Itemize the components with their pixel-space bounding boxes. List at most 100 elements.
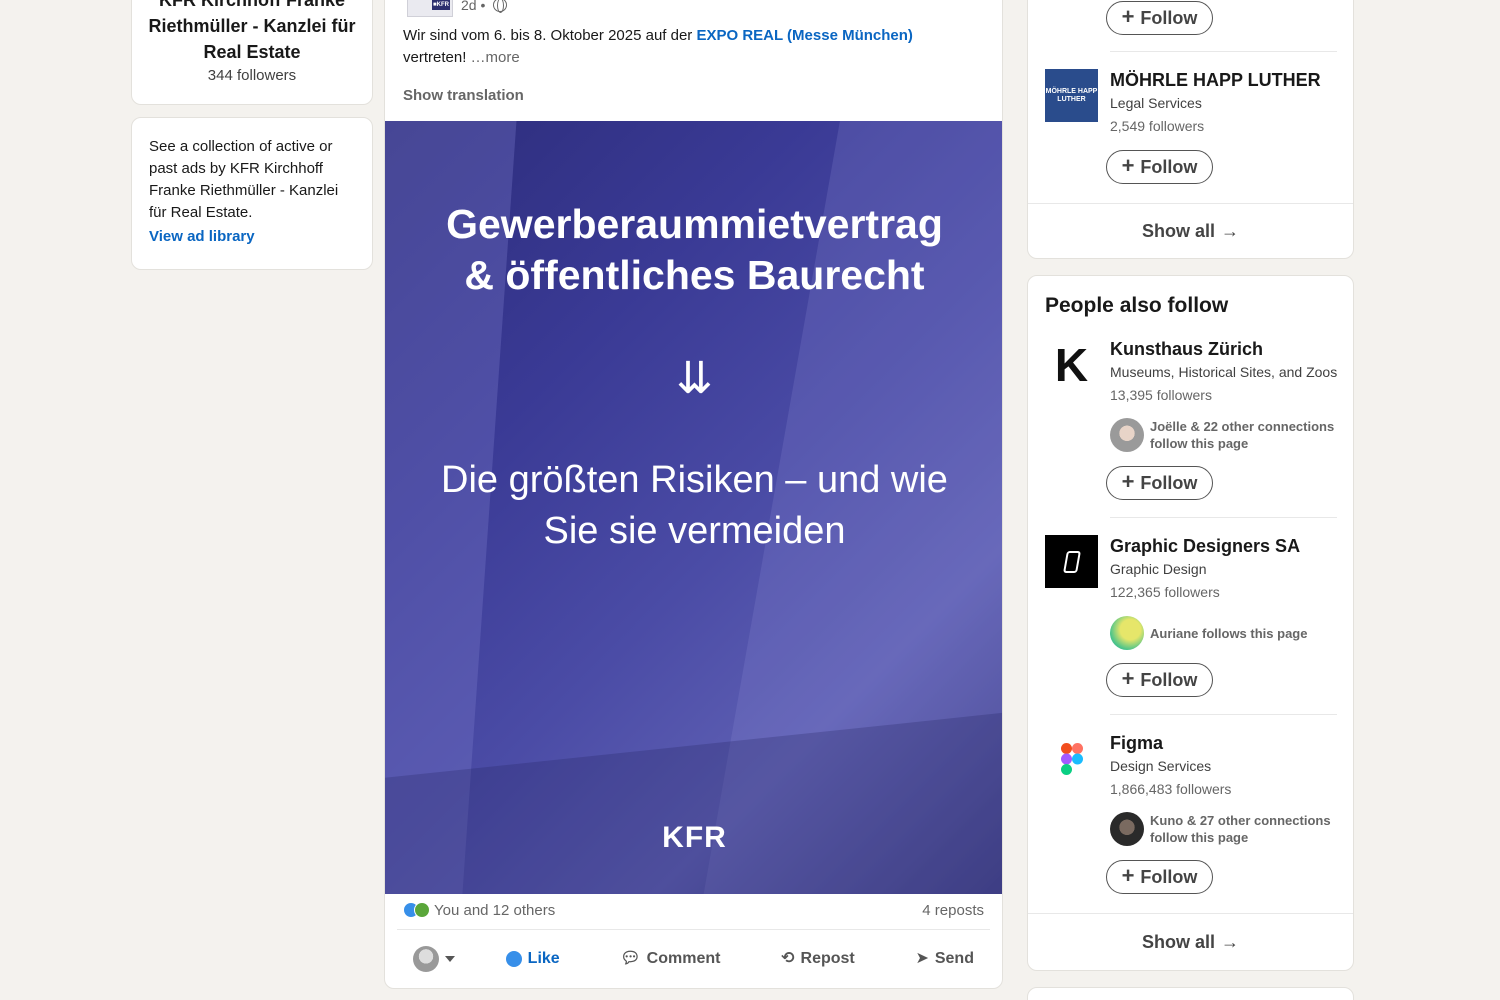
comment-button[interactable]: 💬︎ Comment xyxy=(610,944,730,974)
company-followers: 13,395 followers xyxy=(1110,387,1212,403)
image-title-line: Gewerberaummietvertrag xyxy=(446,201,943,247)
company-name[interactable]: Graphic Designers SA xyxy=(1110,536,1300,557)
avatar xyxy=(1110,812,1144,846)
image-title-line: & öffentliches Baurecht xyxy=(464,252,925,298)
graphic-designers-logo-icon xyxy=(1062,550,1081,573)
follow-button[interactable]: + Follow xyxy=(1106,466,1213,500)
follow-label: Follow xyxy=(1140,7,1198,28)
reposts-count[interactable]: 4 reposts xyxy=(922,902,984,919)
image-title: Gewerberaummietvertrag & öffentliches Ba… xyxy=(385,199,1002,301)
company-followers: 122,365 followers xyxy=(1110,584,1220,600)
comment-icon: 💬︎ xyxy=(620,950,641,967)
show-all-label: Show all xyxy=(1141,931,1215,952)
follow-label: Follow xyxy=(1140,669,1198,690)
ad-library-description: See a collection of active or past ads b… xyxy=(149,138,339,221)
divider xyxy=(1110,51,1337,52)
send-button[interactable]: ➤ Send xyxy=(905,944,984,974)
view-ad-library-link[interactable]: View ad library xyxy=(149,228,255,245)
plus-icon: + xyxy=(1121,666,1135,691)
repost-button[interactable]: ⟲ Repost xyxy=(771,944,865,974)
globe-icon xyxy=(493,0,508,13)
mohrle-happ-luther-logo-icon: MÖHRLE HAPP LUTHER xyxy=(1045,87,1098,103)
arrow-right-icon: → xyxy=(1221,220,1239,241)
show-all-button[interactable]: Show all → xyxy=(1028,914,1353,970)
show-all-button[interactable]: Show all → xyxy=(1028,203,1353,258)
feed-post: ■KFR 2d • Wir sind vom 6. bis 8. Oktober… xyxy=(384,0,1003,989)
follow-button[interactable]: + Follow xyxy=(1106,860,1213,894)
plus-icon: + xyxy=(1121,4,1135,29)
company-industry: Legal Services xyxy=(1110,95,1202,111)
like-label: Like xyxy=(527,950,560,967)
mutual-connections: Joëlle & 22 other connections follow thi… xyxy=(1110,418,1340,452)
like-button[interactable]: Like xyxy=(496,944,570,974)
company-logo[interactable] xyxy=(1045,535,1098,588)
follow-button[interactable]: + Follow xyxy=(1106,663,1213,697)
comment-label: Comment xyxy=(646,950,721,967)
kfr-logo-icon: ■KFR xyxy=(432,0,450,10)
arrow-right-icon: → xyxy=(1221,931,1239,952)
reactions-summary[interactable]: You and 12 others xyxy=(403,902,555,919)
send-label: Send xyxy=(934,950,974,967)
follow-label: Follow xyxy=(1140,156,1198,177)
company-name[interactable]: Kunsthaus Zürich xyxy=(1110,339,1263,360)
repost-label: Repost xyxy=(800,950,855,967)
avatar xyxy=(1110,418,1144,452)
organization-name[interactable]: KFR Kirchhoff Franke Riethmüller - Kanzl… xyxy=(142,0,362,65)
company-followers: 1,866,483 followers xyxy=(1110,781,1232,797)
company-name[interactable]: Figma xyxy=(1110,733,1163,754)
reaction-icons xyxy=(403,902,430,918)
connections-text: Kuno & 27 other connections follow this … xyxy=(1150,813,1331,845)
kunsthaus-logo-icon[interactable]: K xyxy=(1045,338,1098,391)
next-card xyxy=(1027,987,1354,1000)
company-followers: 2,549 followers xyxy=(1110,118,1205,134)
see-more-link[interactable]: …more xyxy=(471,49,520,66)
image-subtitle-line: Die größten Risiken – und wie xyxy=(441,459,948,501)
follow-button[interactable]: + Follow xyxy=(1106,1,1213,35)
reactions-count: You and 12 others xyxy=(434,901,556,919)
social-counts: You and 12 others 4 reposts xyxy=(403,899,984,921)
company-industry: Design Services xyxy=(1110,758,1212,774)
company-logo[interactable]: MÖHRLE HAPP LUTHER xyxy=(1045,69,1098,122)
image-subtitle-line: Sie sie vermeiden xyxy=(543,510,846,552)
post-timestamp: 2d • xyxy=(461,0,486,13)
divider xyxy=(397,929,990,930)
connections-text: Auriane follows this page xyxy=(1150,625,1308,641)
show-all-label: Show all xyxy=(1141,220,1215,241)
post-header: ■KFR 2d • xyxy=(407,0,508,19)
ad-library-card: See a collection of active or past ads b… xyxy=(131,117,373,270)
plus-icon: + xyxy=(1121,153,1135,178)
divider xyxy=(1110,714,1337,715)
caret-down-icon xyxy=(445,956,455,962)
company-industry: Museums, Historical Sites, and Zoos xyxy=(1110,364,1338,380)
company-industry: Graphic Design xyxy=(1110,561,1207,577)
send-icon: ➤ xyxy=(915,950,929,967)
similar-pages-card: + Follow MÖHRLE HAPP LUTHER MÖHRLE HAPP … xyxy=(1027,0,1354,259)
celebrate-reaction-icon xyxy=(414,902,430,918)
down-arrows-icon: ⇊ xyxy=(676,354,713,403)
section-title: People also follow xyxy=(1045,294,1229,317)
post-text-after: vertreten! xyxy=(403,49,467,66)
organization-card: KFR Kirchhoff Franke Riethmüller - Kanzl… xyxy=(131,0,373,105)
people-also-follow-card: People also follow K Kunsthaus Zürich Mu… xyxy=(1027,275,1354,971)
show-translation-button[interactable]: Show translation xyxy=(403,87,524,104)
actor-selector[interactable] xyxy=(403,946,455,972)
figma-logo-icon xyxy=(1060,742,1083,775)
post-author-logo[interactable]: ■KFR xyxy=(407,0,453,17)
post-text-before: Wir sind vom 6. bis 8. Oktober 2025 auf … xyxy=(403,27,697,44)
thumbs-up-icon xyxy=(505,951,522,967)
post-image[interactable]: Gewerberaummietvertrag & öffentliches Ba… xyxy=(385,121,1002,894)
plus-icon: + xyxy=(1121,863,1135,888)
repost-icon: ⟲ xyxy=(781,950,795,967)
image-brand: KFR xyxy=(662,821,727,854)
plus-icon: + xyxy=(1121,469,1135,494)
company-name[interactable]: MÖHRLE HAPP LUTHER xyxy=(1110,70,1321,91)
post-text: Wir sind vom 6. bis 8. Oktober 2025 auf … xyxy=(403,25,982,69)
event-link[interactable]: EXPO REAL (Messe München) xyxy=(696,27,912,44)
avatar xyxy=(413,946,439,972)
avatar xyxy=(1110,616,1144,650)
mutual-connections: Kuno & 27 other connections follow this … xyxy=(1110,812,1340,846)
divider xyxy=(1110,517,1337,518)
follow-button[interactable]: + Follow xyxy=(1106,150,1213,184)
company-logo[interactable] xyxy=(1045,732,1098,785)
connections-text: Joëlle & 22 other connections follow thi… xyxy=(1150,419,1335,451)
